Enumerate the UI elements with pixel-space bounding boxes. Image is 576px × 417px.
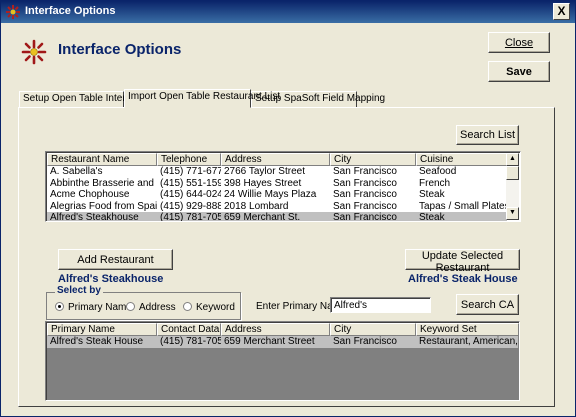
- client-area: Interface Options Close Save Setup Open …: [1, 23, 575, 416]
- list-item[interactable]: Abbinthe Brasserie and Bar (415) 551-159…: [47, 178, 507, 190]
- list-item[interactable]: Alfred's Steak House (415) 781-7058 659 …: [47, 336, 519, 348]
- interface-options-window: Interface Options X Interface Options Cl…: [0, 0, 576, 417]
- tab-import-restaurant-list[interactable]: Import Open Table Restaurant List: [124, 89, 280, 108]
- search-list-button[interactable]: Search List: [456, 125, 519, 145]
- update-selected-restaurant-button[interactable]: Update Selected Restaurant: [405, 249, 520, 274]
- radio-address[interactable]: Address: [126, 302, 176, 313]
- radio-selected-icon: [55, 302, 64, 311]
- app-icon: [6, 5, 20, 19]
- cell-contact-data: (415) 781-7058: [160, 336, 221, 347]
- radio-keyword[interactable]: Keyword: [183, 302, 235, 313]
- col-telephone[interactable]: Telephone: [157, 153, 221, 166]
- col-contact-data[interactable]: Contact Data: [157, 323, 221, 336]
- scroll-up-icon[interactable]: ▲: [506, 153, 519, 166]
- cell-address: 2766 Taylor Street: [224, 166, 305, 177]
- close-icon: X: [557, 4, 566, 18]
- cell-cuisine: Tapas / Small Plates: [419, 200, 507, 212]
- selected-ca-label: Alfred's Steak House: [408, 273, 518, 285]
- cell-keyword-set: Restaurant, American, Ste: [419, 336, 519, 347]
- cell-cuisine: Steak: [419, 189, 445, 200]
- restaurant-list[interactable]: Restaurant Name Telephone Address City C…: [45, 151, 521, 222]
- col-primary-name[interactable]: Primary Name: [47, 323, 157, 336]
- scroll-thumb[interactable]: [506, 166, 519, 180]
- cell-name: Alegrias Food from Spain: [50, 200, 157, 212]
- list-item[interactable]: Acme Chophouse (415) 644-0240 24 Willie …: [47, 189, 507, 201]
- cell-city: San Francisco: [333, 177, 397, 189]
- restaurant-list-scrollbar[interactable]: ▲ ▼: [506, 153, 519, 220]
- cell-address: 24 Willie Mays Plaza: [224, 189, 317, 200]
- cell-address: 659 Merchant St.: [224, 212, 301, 222]
- col-cuisine[interactable]: Cuisine: [416, 153, 507, 166]
- cell-name: Abbinthe Brasserie and Bar: [50, 177, 157, 189]
- scroll-down-icon[interactable]: ▼: [506, 207, 519, 220]
- cell-name: Alfred's Steakhouse: [50, 212, 139, 222]
- list-item[interactable]: A. Sabella's (415) 771-6775 2766 Taylor …: [47, 166, 507, 178]
- cell-city: San Francisco: [333, 336, 397, 347]
- cell-address: 2018 Lombard: [224, 200, 289, 212]
- cell-city: San Francisco: [333, 166, 397, 177]
- cell-address: 659 Merchant Street: [224, 336, 315, 347]
- ca-list[interactable]: Primary Name Contact Data Address City K…: [45, 321, 520, 401]
- search-ca-button[interactable]: Search CA: [456, 294, 519, 315]
- cell-city: San Francisco: [333, 189, 397, 200]
- col-city[interactable]: City: [330, 153, 416, 166]
- cell-telephone: (415) 929-8888: [160, 200, 221, 212]
- tab-setup-open-table[interactable]: Setup Open Table Interface: [19, 91, 145, 107]
- select-by-group: Select by Primary Name Address Keyword: [46, 285, 241, 320]
- col-keyword-set[interactable]: Keyword Set: [416, 323, 519, 336]
- cell-address: 398 Hayes Street: [224, 177, 302, 189]
- cell-telephone: (415) 644-0240: [160, 189, 221, 200]
- tab-panel: Search List Restaurant Name Telephone Ad…: [18, 107, 555, 407]
- cell-cuisine: Seafood: [419, 166, 457, 177]
- col-city[interactable]: City: [330, 323, 416, 336]
- col-restaurant-name[interactable]: Restaurant Name: [47, 153, 157, 166]
- cell-telephone: (415) 781-7058: [160, 212, 221, 222]
- cell-cuisine: Steak: [419, 212, 445, 222]
- list-item-selected[interactable]: Alfred's Steakhouse (415) 781-7058 659 M…: [47, 212, 507, 222]
- list-item[interactable]: Alegrias Food from Spain (415) 929-8888 …: [47, 201, 507, 213]
- window-close-button[interactable]: X: [553, 3, 570, 20]
- cell-city: San Francisco: [333, 200, 397, 212]
- title-bar[interactable]: Interface Options X: [1, 1, 575, 23]
- select-by-title: Select by: [55, 285, 103, 296]
- add-restaurant-button[interactable]: Add Restaurant: [58, 249, 173, 270]
- radio-primary-name[interactable]: Primary Name: [55, 302, 132, 313]
- flower-icon: [21, 39, 47, 65]
- primary-name-input[interactable]: [330, 297, 431, 313]
- close-button[interactable]: Close: [488, 32, 550, 53]
- col-address[interactable]: Address: [221, 153, 330, 166]
- window-title: Interface Options: [25, 5, 116, 17]
- save-button[interactable]: Save: [488, 61, 550, 82]
- radio-icon: [183, 302, 192, 311]
- cell-primary-name: Alfred's Steak House: [50, 336, 144, 347]
- col-address[interactable]: Address: [221, 323, 330, 336]
- cell-city: San Francisco: [333, 212, 397, 222]
- cell-telephone: (415) 771-6775: [160, 166, 221, 177]
- cell-name: Acme Chophouse: [50, 189, 130, 200]
- radio-icon: [126, 302, 135, 311]
- cell-name: A. Sabella's: [50, 166, 103, 177]
- cell-telephone: (415) 551-1590: [160, 177, 221, 189]
- page-title: Interface Options: [58, 41, 182, 58]
- cell-cuisine: French: [419, 177, 451, 189]
- selected-restaurant-label: Alfred's Steakhouse: [58, 273, 164, 285]
